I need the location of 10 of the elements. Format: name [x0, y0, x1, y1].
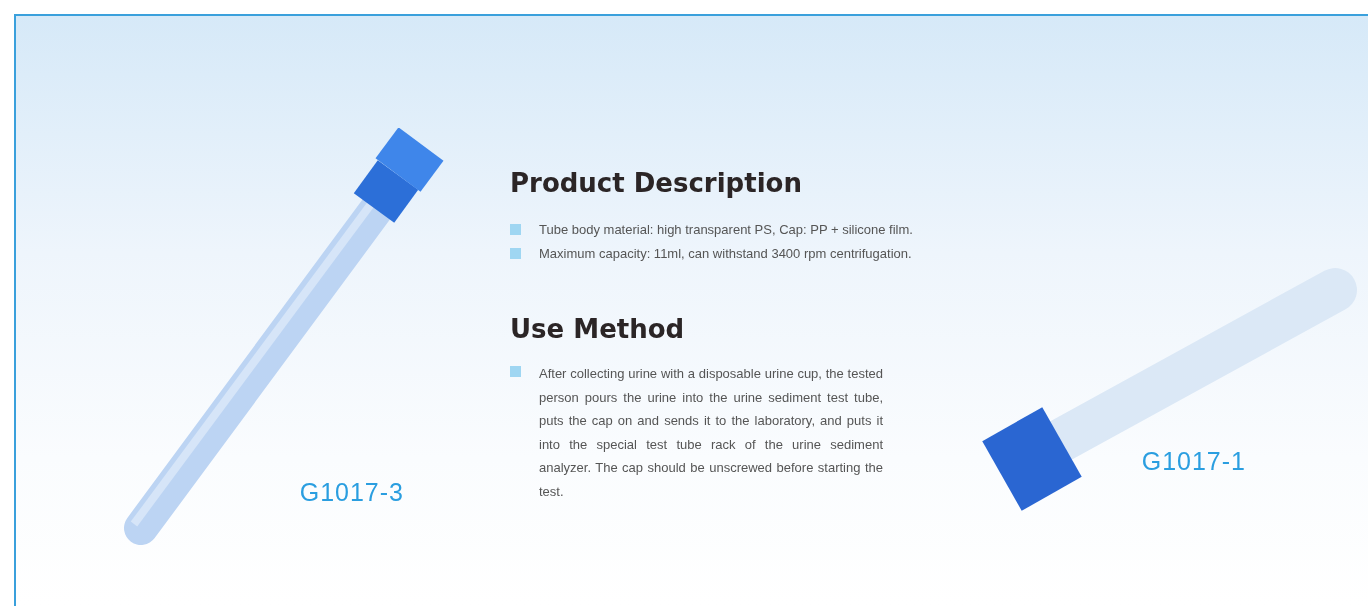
section-heading: Use Method	[510, 314, 686, 344]
bullet-icon	[510, 248, 521, 259]
product-code: G1017-1	[1141, 447, 1246, 476]
product-code: G1017-3	[299, 478, 404, 507]
section-heading: Product Description	[510, 168, 803, 198]
bullet-text: Maximum capacity: 11ml, can withstand 3400 rpm centrifugation.	[539, 245, 912, 263]
bullet-text: Tube body material: high transparent PS, Cap: PP + silicone film.	[539, 221, 913, 239]
bullet-icon	[510, 224, 521, 235]
bullet-icon	[510, 366, 521, 377]
bullet-text: After collecting urine with a disposable urine cup, the tested person pours the urine into the urine sediment test tube, puts the cap on and sends it to the laboratory, and puts it into the special test tube rack of the urine sediment analyzer. The cap should be unscrewed before starting the test.	[539, 365, 883, 501]
